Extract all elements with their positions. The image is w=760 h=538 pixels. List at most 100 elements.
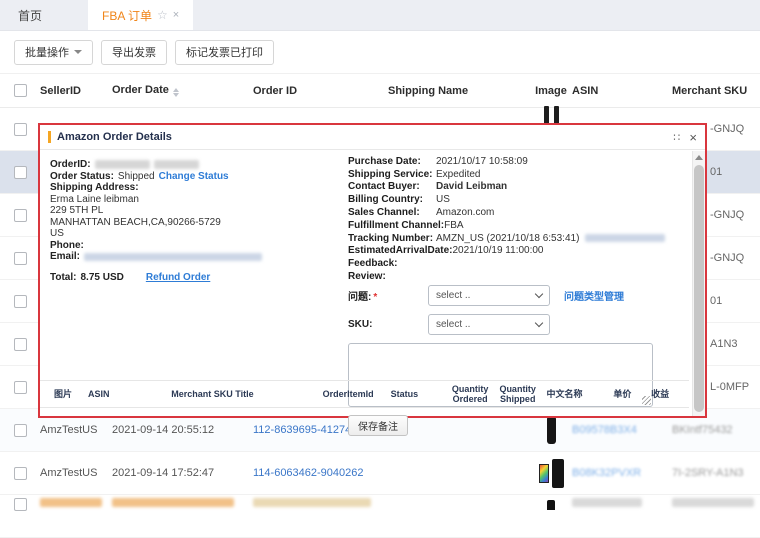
total-label: Total:: [50, 272, 76, 284]
sales-channel-label: Sales Channel:: [348, 207, 436, 218]
redacted-merchant-sku: [672, 498, 754, 507]
chevron-down-icon: [535, 319, 543, 327]
row-checkbox[interactable]: [14, 252, 27, 265]
favorite-star-icon[interactable]: ☆: [157, 8, 168, 22]
redacted-tracking-code: [585, 234, 665, 242]
row-checkbox[interactable]: [14, 295, 27, 308]
order-status-value: Shipped: [118, 171, 155, 183]
order-status-label: Order Status:: [50, 171, 114, 183]
refund-order-link[interactable]: Refund Order: [146, 272, 210, 284]
items-header-image: 图片: [54, 389, 88, 399]
scroll-up-icon[interactable]: [693, 151, 705, 164]
mark-invoice-printed-label: 标记发票已打印: [186, 44, 263, 60]
row-checkbox[interactable]: [14, 123, 27, 136]
billing-country-label: Billing Country:: [348, 194, 436, 205]
header-asin[interactable]: ASIN: [572, 85, 672, 97]
order-date: 2021-09-14 17:52:47: [112, 467, 253, 479]
required-asterisk: *: [373, 292, 377, 303]
header-seller-id[interactable]: SellerID: [40, 85, 112, 97]
tracking-number-label: Tracking Number:: [348, 233, 436, 244]
header-shipping-name[interactable]: Shipping Name: [388, 85, 530, 97]
export-invoice-button[interactable]: 导出发票: [101, 40, 167, 65]
row-checkbox[interactable]: [14, 338, 27, 351]
shipping-service-value: Expedited: [436, 169, 480, 180]
header-order-date[interactable]: Order Date: [112, 84, 253, 97]
order-id-link[interactable]: 114-6063462-9040262: [253, 467, 364, 479]
purchase-date-label: Purchase Date:: [348, 156, 436, 167]
chevron-down-icon: [535, 290, 543, 298]
seller-id: AmzTestUS: [40, 424, 112, 436]
order-id-link[interactable]: 112-8639695-4127418: [253, 424, 364, 436]
row-checkbox[interactable]: [14, 209, 27, 222]
items-header-orderitemid: OrderItemId: [323, 389, 391, 399]
export-invoice-label: 导出发票: [112, 44, 156, 60]
order-date: 2021-09-14 20:55:12: [112, 424, 253, 436]
feedback-label: Feedback:: [348, 258, 436, 269]
contact-buyer-link[interactable]: David Leibman: [436, 181, 507, 192]
order-id-label: OrderID:: [50, 159, 91, 171]
row-checkbox[interactable]: [14, 381, 27, 394]
sku-label: SKU:: [348, 319, 428, 330]
manage-question-types-link[interactable]: 问题类型管理: [564, 288, 624, 303]
header-merchant-sku[interactable]: Merchant SKU: [672, 85, 760, 97]
redacted-order-id-value: [95, 160, 150, 169]
scrollbar-thumb[interactable]: [694, 165, 704, 412]
tracking-number-value: AMZN_US (2021/10/18 6:53:41): [436, 233, 579, 244]
order-summary-panel: OrderID: Order Status: Shipped Change St…: [50, 159, 345, 283]
fulfillment-channel-value: FBA: [444, 220, 463, 231]
dialog-close-icon[interactable]: ×: [689, 130, 697, 145]
redacted-email-value: [84, 253, 262, 261]
address-line: MANHATTAN BEACH,CA,90266-5729: [50, 217, 345, 229]
orders-table-header: SellerID Order Date Order ID Shipping Na…: [0, 73, 760, 108]
dialog-title-bar[interactable]: Amazon Order Details ∷ ×: [40, 125, 705, 150]
tab-home[interactable]: 首页: [0, 0, 60, 30]
items-header-status: Status: [391, 389, 450, 399]
fulfillment-channel-label: Fulfillment Channel:: [348, 220, 444, 231]
items-header-unit-price: 单价: [613, 389, 651, 399]
save-note-button[interactable]: 保存备注: [348, 415, 408, 436]
order-items-header: 图片 ASIN Merchant SKU Title OrderItemId S…: [40, 380, 689, 408]
items-header-sku-title: Merchant SKU Title: [171, 389, 322, 399]
change-status-link[interactable]: Change Status: [159, 171, 229, 183]
question-select[interactable]: select ..: [428, 285, 550, 306]
caret-down-icon: [74, 50, 82, 54]
header-image[interactable]: Image: [530, 85, 572, 97]
redacted-order-id-value: [154, 160, 199, 169]
batch-actions-button[interactable]: 批量操作: [14, 40, 93, 65]
items-header-asin: ASIN: [88, 389, 171, 399]
asin-link[interactable]: B08K32PVXR: [572, 467, 641, 479]
phone-label: Phone:: [50, 240, 84, 252]
toolbar: 批量操作 导出发票 标记发票已打印: [0, 31, 760, 73]
row-checkbox[interactable]: [14, 498, 27, 511]
estimated-arrival-label: EstimatedArrivalDate:: [348, 245, 452, 256]
dialog-scrollbar[interactable]: [692, 151, 705, 416]
shipping-address-label: Shipping Address:: [50, 182, 139, 194]
sku-select[interactable]: select ..: [428, 314, 550, 335]
address-line: US: [50, 228, 345, 240]
redacted-order-id: [253, 498, 371, 507]
table-row[interactable]: AmzTestUS 2021-09-14 17:52:47 114-606346…: [0, 452, 760, 495]
items-header-qty-ordered: Quantity Ordered: [449, 384, 491, 404]
row-checkbox[interactable]: [14, 166, 27, 179]
billing-country-value: US: [436, 194, 450, 205]
mark-invoice-printed-button[interactable]: 标记发票已打印: [175, 40, 274, 65]
items-header-chinese-name: 中文名称: [547, 389, 602, 399]
product-image: [539, 464, 549, 483]
tab-fba-orders[interactable]: FBA 订单 ☆ ×: [88, 0, 193, 30]
table-row[interactable]: [0, 495, 760, 538]
title-accent-bar: [48, 131, 51, 143]
row-checkbox[interactable]: [14, 467, 27, 480]
order-details-panel: Purchase Date:2021/10/17 10:58:09 Shippi…: [348, 155, 678, 283]
shipping-service-label: Shipping Service:: [348, 169, 436, 180]
question-label: 问题:*: [348, 288, 428, 303]
sku-select-value: select ..: [436, 319, 470, 330]
sort-icon[interactable]: [173, 88, 179, 97]
tab-close-icon[interactable]: ×: [173, 9, 179, 21]
email-label: Email:: [50, 251, 80, 263]
redacted-asin: [572, 498, 642, 507]
header-order-id[interactable]: Order ID: [253, 85, 388, 97]
dialog-drag-icon[interactable]: ∷: [673, 131, 681, 144]
select-all-checkbox[interactable]: [14, 84, 27, 97]
items-header-profit: 收益: [651, 389, 689, 399]
row-checkbox[interactable]: [14, 424, 27, 437]
